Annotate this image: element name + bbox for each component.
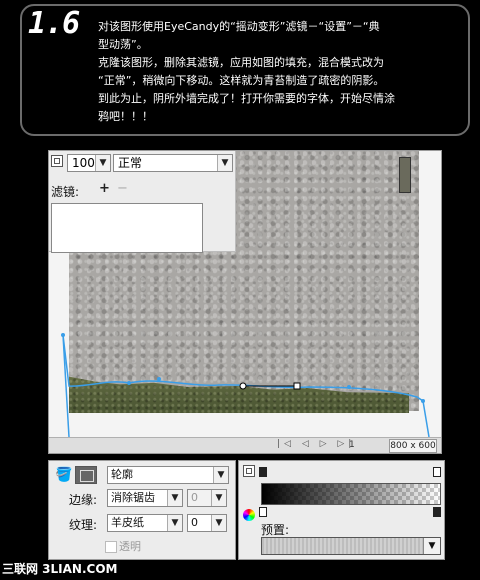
editor-window: 100 ▼ 正常 ▼ 滤镜: + − |◁ ◁ ▷ ▷| 1 800 x 600 [48,150,442,454]
instruction-banner: 1.6 对该图形使用EyeCandy的“摇动变形”滤镜－“设置”－“典 型动荡”… [20,4,470,136]
chevron-down-icon[interactable]: ▼ [217,155,232,171]
instruction-line: 克隆该图形，删除其滤镜，应用如图的填充，混合模式改为 [98,56,384,69]
instruction-line: 鸦吧！！！ [98,110,153,123]
texture-select[interactable]: 羊皮纸 ▼ [107,514,183,532]
add-filter-icon[interactable]: + [99,181,110,196]
status-bar: |◁ ◁ ▷ ▷| 1 800 x 600 [49,437,441,453]
bezier-control-point[interactable] [239,382,247,390]
edge-label: 边缘: [69,493,98,507]
instruction-line: 对该图形使用EyeCandy的“摇动变形”滤镜－“设置”－“典 [98,20,380,33]
gradient-bar[interactable] [261,483,441,505]
edge-amount-field[interactable]: 0 ▼ [187,489,227,507]
filters-label: 滤镜: [51,185,80,199]
texture-label: 纹理: [69,518,98,532]
fill-type-value: 轮廓 [111,468,133,481]
chevron-down-icon[interactable]: ▼ [211,490,226,506]
chevron-down-icon[interactable]: ▼ [167,490,182,506]
chevron-down-icon[interactable]: ▼ [167,515,182,531]
color-stop-left[interactable] [259,507,267,517]
fill-color-swatch[interactable] [75,466,97,484]
frame-number: 1 [349,440,355,450]
instruction-text: 对该图形使用EyeCandy的“摇动变形”滤镜－“设置”－“典 型动荡”。 克隆… [98,18,468,126]
opacity-field[interactable]: 100 ▼ [67,154,111,172]
blend-mode-value: 正常 [118,156,143,170]
layer-panel: 100 ▼ 正常 ▼ 滤镜: + − [49,151,236,253]
texture-amount-field[interactable]: 0 ▼ [187,514,227,532]
chevron-down-icon[interactable]: ▼ [211,515,226,531]
opacity-stop-right[interactable] [433,467,441,477]
preset-select[interactable]: ▼ [261,537,441,555]
edge-amount-value: 0 [191,491,198,504]
opacity-stop-left[interactable] [259,467,267,477]
filter-list[interactable] [51,203,203,253]
transparent-checkbox[interactable] [105,541,117,553]
paint-bucket-icon[interactable]: 🪣 [55,467,72,483]
edge-select[interactable]: 消除锯齿 ▼ [107,489,183,507]
path-node[interactable] [61,333,65,337]
instruction-line: 型动荡”。 [98,38,148,51]
edge-value: 消除锯齿 [111,491,155,504]
path-node[interactable] [347,385,351,389]
color-wheel-icon[interactable] [243,509,255,521]
texture-amount-value: 0 [191,516,198,529]
canvas-size[interactable]: 800 x 600 [389,439,437,453]
opacity-value: 100 [72,156,95,170]
path-node[interactable] [421,399,425,403]
path-curve [62,334,70,437]
gradient-panel: 预置: ▼ [238,460,445,560]
transparent-label: 透明 [119,540,141,553]
remove-filter-icon[interactable]: − [117,181,128,196]
layer-icon [51,155,63,167]
color-stop-right[interactable] [433,507,441,517]
step-number: 1.6 [28,6,80,41]
path-node[interactable] [157,377,161,381]
blend-mode-select[interactable]: 正常 ▼ [113,154,233,172]
texture-value: 羊皮纸 [111,516,144,529]
document-canvas[interactable]: 100 ▼ 正常 ▼ 滤镜: + − [49,151,441,437]
gradient-mode-icon[interactable] [243,465,255,477]
instruction-line: 到此为止，阴所外墙完成了！打开你需要的字体，开始尽情涂 [98,92,395,105]
path-node[interactable] [127,381,131,385]
instruction-line: “正常”，稍微向下移动。这样就为青苔制造了疏密的阴影。 [98,74,385,87]
chevron-down-icon[interactable]: ▼ [213,467,228,483]
chevron-down-icon[interactable]: ▼ [423,538,440,554]
property-panel: 🪣 轮廓 ▼ 边缘: 消除锯齿 ▼ 0 ▼ 纹理: 羊皮纸 ▼ 0 ▼ 透明 [48,460,236,560]
bezier-anchor-point[interactable] [293,382,301,390]
preset-label: 预置: [261,523,290,537]
frame-navigation[interactable]: |◁ ◁ ▷ ▷| [277,439,355,449]
site-watermark: 三联网 3LIAN.COM [2,562,118,576]
chevron-down-icon[interactable]: ▼ [95,155,110,171]
fill-type-select[interactable]: 轮廓 ▼ [107,466,229,484]
